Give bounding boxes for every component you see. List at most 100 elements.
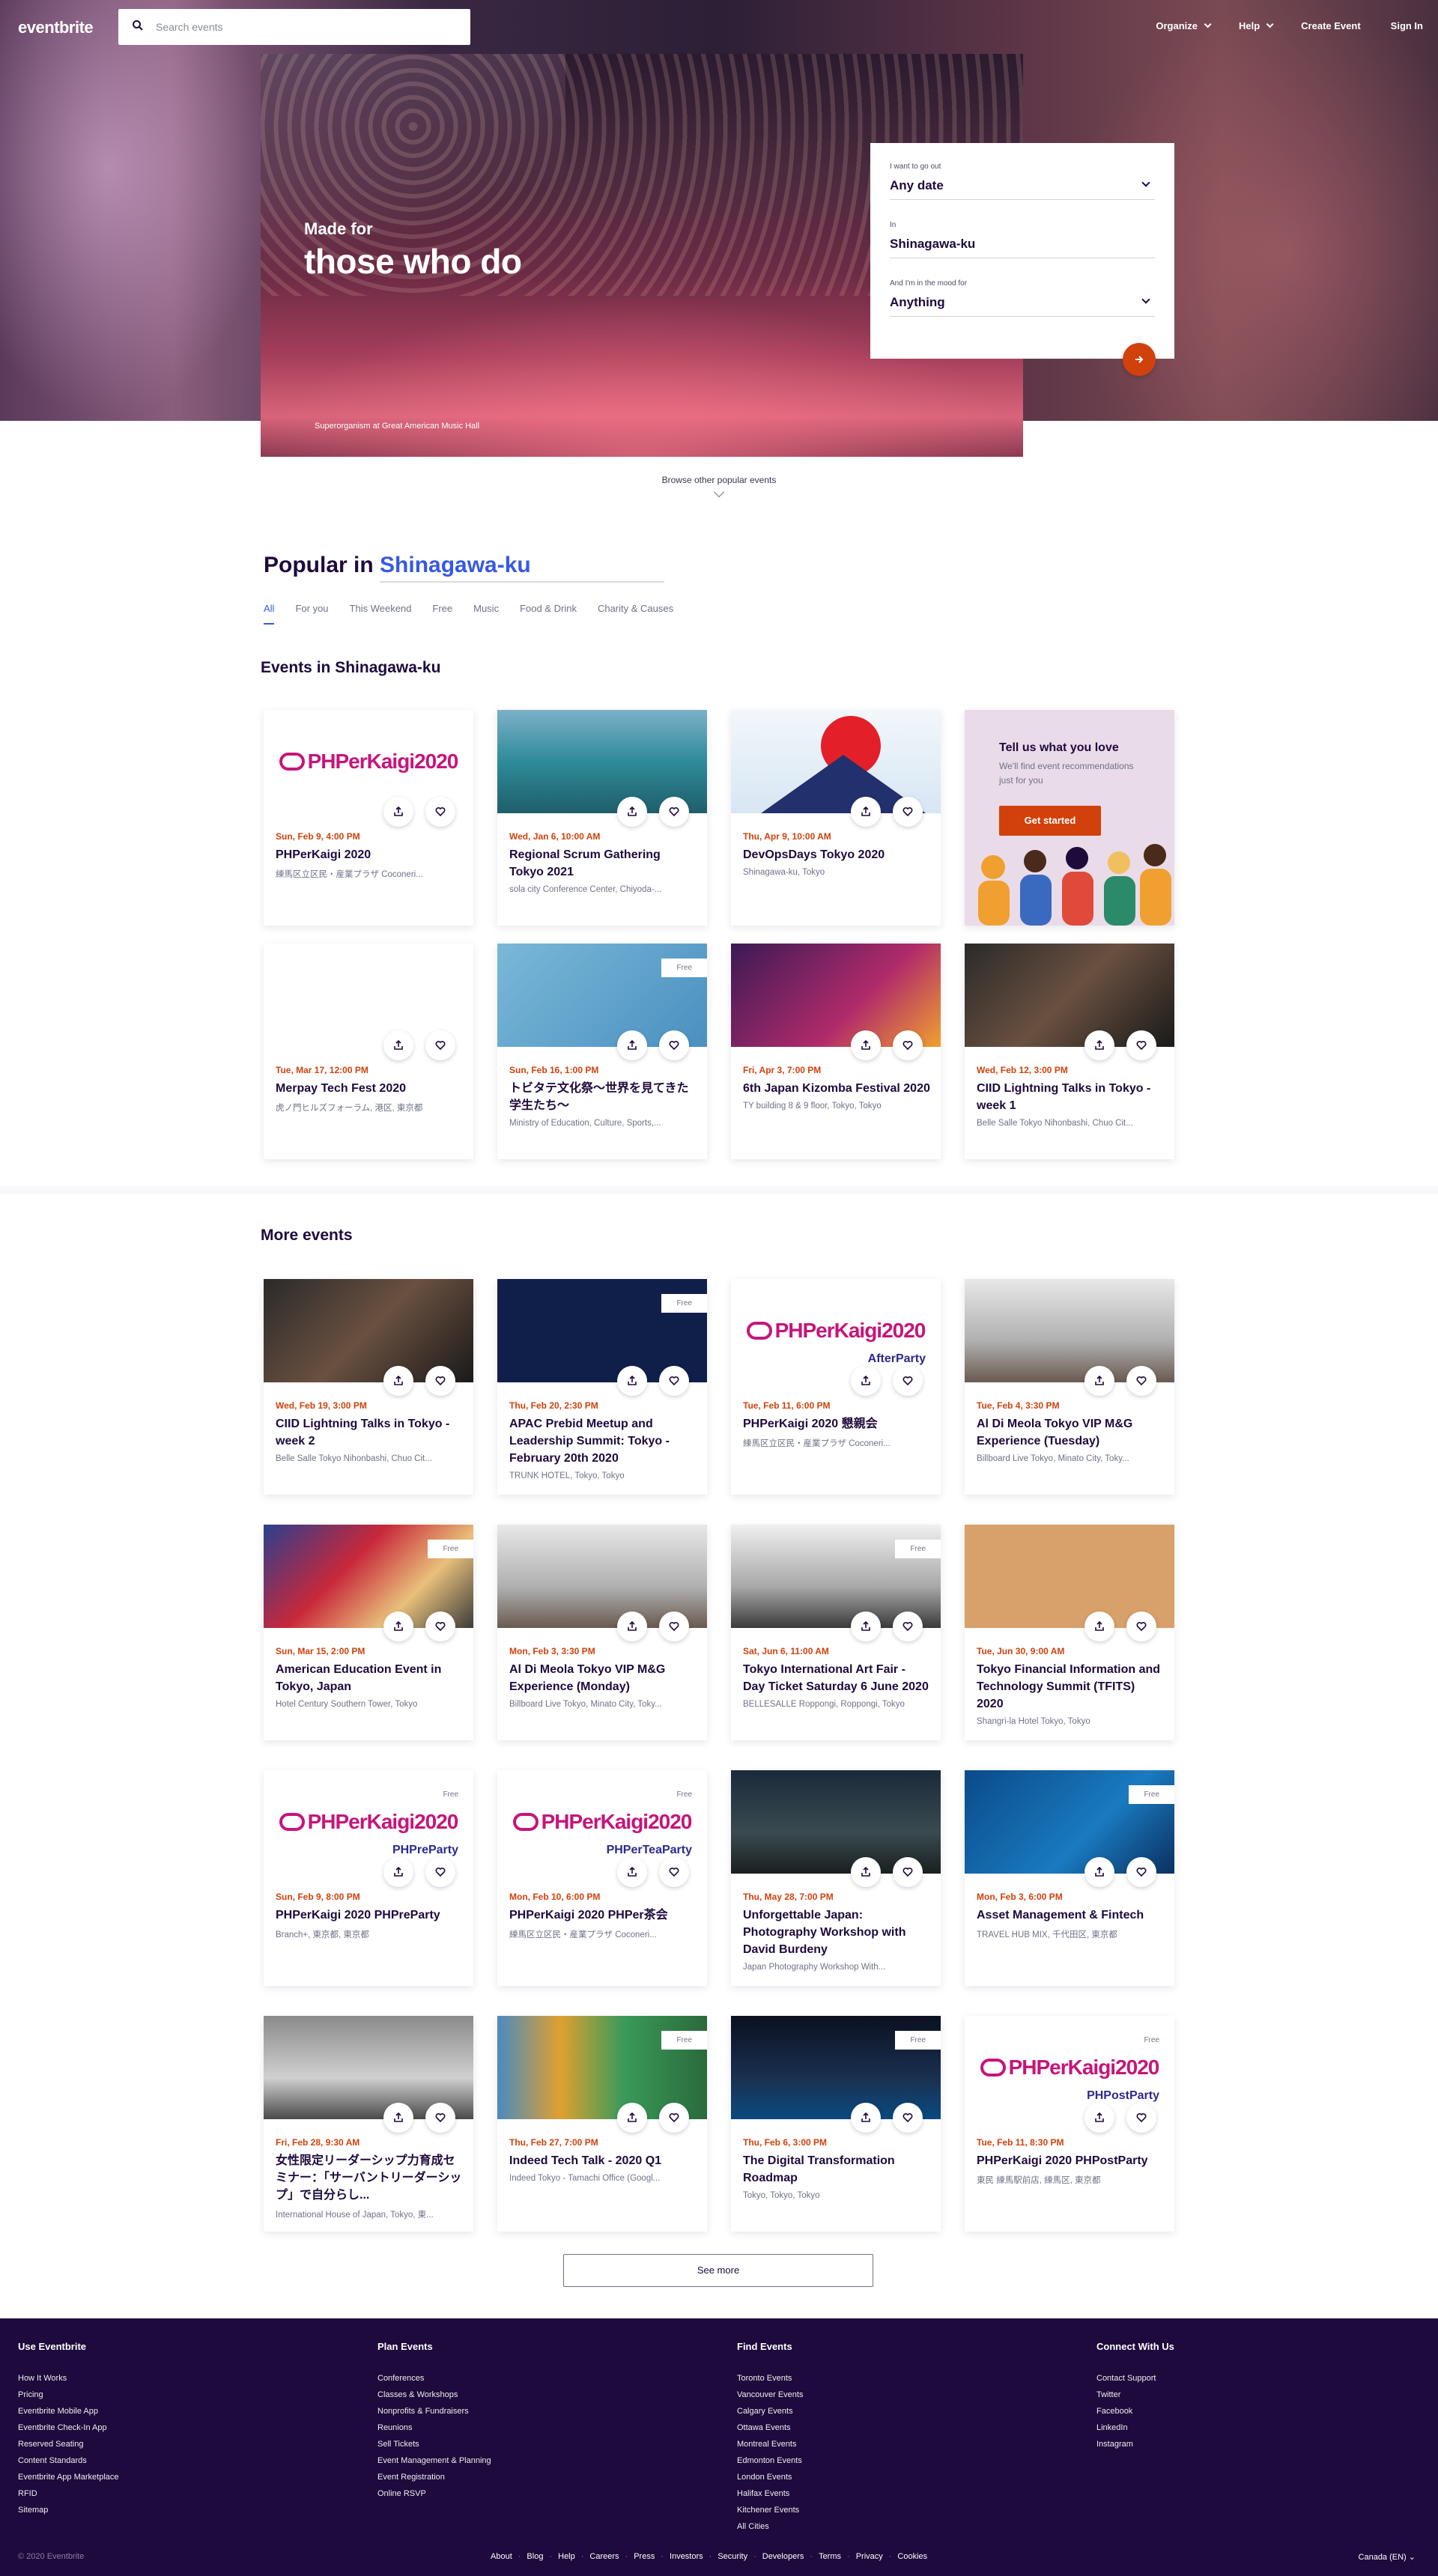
event-card[interactable]: Free Sun, Mar 15, 2:00 PM American Educati… — [264, 1525, 473, 1740]
footer-link[interactable]: Event Management & Planning — [377, 2452, 491, 2469]
like-button[interactable] — [659, 1030, 689, 1060]
like-button[interactable] — [425, 2103, 455, 2133]
event-card[interactable]: Thu, May 28, 7:00 PM Unforgettable Japan:… — [731, 1770, 941, 1986]
event-title[interactable]: トビタテ文化祭〜世界を見てきた学生たち〜 — [509, 1080, 697, 1114]
event-card[interactable]: PHPerKaigi2020 PHPreParty Free Sun, Feb 9, … — [264, 1770, 473, 1986]
event-title[interactable]: Tokyo International Art Fair - Day Ticke… — [743, 1661, 930, 1695]
footer-bottom-link[interactable]: Blog — [527, 2552, 543, 2561]
event-title[interactable]: Asset Management & Fintech — [977, 1907, 1164, 1924]
share-button[interactable] — [1084, 2103, 1114, 2133]
footer-bottom-link[interactable]: Cookies — [897, 2552, 927, 2561]
event-card[interactable]: Thu, Apr 9, 10:00 AM DevOpsDays Tokyo 202… — [731, 710, 941, 926]
footer-bottom-link[interactable]: Help — [558, 2552, 575, 2561]
like-button[interactable] — [659, 1366, 689, 1396]
footer-bottom-link[interactable]: Developers — [762, 2552, 804, 2561]
popular-location[interactable]: Shinagawa-ku — [380, 553, 665, 583]
footer-link[interactable]: Nonprofits & Fundraisers — [377, 2403, 491, 2419]
like-button[interactable] — [425, 1030, 455, 1060]
nav-sign-in[interactable]: Sign In — [1391, 20, 1423, 31]
event-title[interactable]: Regional Scrum Gathering Tokyo 2021 — [509, 846, 697, 881]
footer-link[interactable]: Facebook — [1096, 2403, 1174, 2419]
like-button[interactable] — [1126, 1366, 1156, 1396]
footer-link[interactable]: Online RSVP — [377, 2485, 491, 2502]
like-button[interactable] — [893, 1030, 923, 1060]
like-button[interactable] — [425, 797, 455, 827]
like-button[interactable] — [893, 1611, 923, 1641]
event-title[interactable]: DevOpsDays Tokyo 2020 — [743, 846, 930, 863]
nav-create-event[interactable]: Create Event — [1301, 20, 1360, 31]
tab-all[interactable]: All — [264, 603, 275, 625]
like-button[interactable] — [1126, 1611, 1156, 1641]
footer-bottom-link[interactable]: Terms — [819, 2552, 841, 2561]
footer-link[interactable]: RFID — [18, 2485, 119, 2502]
event-card[interactable]: Fri, Feb 28, 9:30 AM 女性限定リーダーシップ力育成セミナー：「… — [264, 2016, 473, 2232]
footer-bottom-link[interactable]: Security — [718, 2552, 747, 2561]
event-card[interactable]: Free Thu, Feb 20, 2:30 PM APAC Prebid Meet… — [497, 1279, 707, 1495]
footer-link[interactable]: Calgary Events — [737, 2403, 803, 2419]
footer-link[interactable]: Classes & Workshops — [377, 2387, 491, 2403]
like-button[interactable] — [1126, 1857, 1156, 1887]
footer-link[interactable]: Vancouver Events — [737, 2387, 803, 2403]
share-button[interactable] — [383, 1030, 413, 1060]
footer-link[interactable]: Kitchener Events — [737, 2502, 803, 2518]
tab-free[interactable]: Free — [432, 603, 452, 625]
get-started-button[interactable]: Get started — [999, 806, 1101, 836]
share-button[interactable] — [383, 2103, 413, 2133]
like-button[interactable] — [659, 797, 689, 827]
footer-link[interactable]: London Events — [737, 2469, 803, 2485]
footer-bottom-link[interactable]: Press — [634, 2552, 655, 2561]
event-card[interactable]: Wed, Feb 12, 3:00 PM CIID Lightning Talks… — [965, 944, 1174, 1159]
like-button[interactable] — [893, 1366, 923, 1396]
event-title[interactable]: APAC Prebid Meetup and Leadership Summit… — [509, 1415, 697, 1467]
footer-link[interactable]: Instagram — [1096, 2436, 1174, 2452]
event-title[interactable]: The Digital Transformation Roadmap — [743, 2152, 930, 2187]
footer-link[interactable]: Ottawa Events — [737, 2419, 803, 2436]
footer-link[interactable]: Montreal Events — [737, 2436, 803, 2452]
footer-link[interactable]: Content Standards — [18, 2452, 119, 2469]
event-title[interactable]: Al Di Meola Tokyo VIP M&G Experience (Tu… — [977, 1415, 1164, 1450]
share-button[interactable] — [851, 1366, 881, 1396]
event-title[interactable]: PHPerKaigi 2020 PHPreParty — [276, 1907, 463, 1924]
like-button[interactable] — [425, 1611, 455, 1641]
footer-link[interactable]: How It Works — [18, 2370, 119, 2387]
event-card[interactable]: Wed, Feb 19, 3:00 PM CIID Lightning Talks… — [264, 1279, 473, 1495]
event-card[interactable]: Free Sat, Jun 6, 11:00 AM Tokyo Internatio… — [731, 1525, 941, 1740]
footer-link[interactable]: Contact Support — [1096, 2370, 1174, 2387]
footer-link[interactable]: All Cities — [737, 2518, 803, 2535]
footer-link[interactable]: Eventbrite Mobile App — [18, 2403, 119, 2419]
event-card[interactable]: Free Sun, Feb 16, 1:00 PM トビタテ文化祭〜世界を見てきた学… — [497, 944, 707, 1159]
share-button[interactable] — [617, 797, 647, 827]
event-title[interactable]: Unforgettable Japan: Photography Worksho… — [743, 1907, 930, 1958]
tab-music[interactable]: Music — [473, 603, 499, 625]
like-button[interactable] — [425, 1366, 455, 1396]
tab-for-you[interactable]: For you — [295, 603, 328, 625]
event-title[interactable]: PHPerKaigi 2020 PHPostParty — [977, 2152, 1164, 2169]
event-card[interactable]: PHPerKaigi2020 PHPostParty Free Tue, Feb 11… — [965, 2016, 1174, 2232]
footer-link[interactable]: Twitter — [1096, 2387, 1174, 2403]
event-title[interactable]: Tokyo Financial Information and Technolo… — [977, 1661, 1164, 1713]
language-select[interactable]: Canada (EN) ⌄ — [1359, 2552, 1416, 2562]
share-button[interactable] — [1084, 1857, 1114, 1887]
search-go-button[interactable] — [1123, 343, 1156, 376]
event-card[interactable]: Free Mon, Feb 3, 6:00 PM Asset Management … — [965, 1770, 1174, 1986]
footer-link[interactable]: Event Registration — [377, 2469, 491, 2485]
tab-food-drink[interactable]: Food & Drink — [520, 603, 577, 625]
share-button[interactable] — [617, 2103, 647, 2133]
footer-link[interactable]: Conferences — [377, 2370, 491, 2387]
footer-link[interactable]: Toronto Events — [737, 2370, 803, 2387]
like-button[interactable] — [659, 2103, 689, 2133]
event-card[interactable]: PHPerKaigi2020 AfterParty Tue, Feb 11, 6:0… — [731, 1279, 941, 1495]
event-card[interactable]: Tue, Feb 4, 3:30 PM Al Di Meola Tokyo VIP… — [965, 1279, 1174, 1495]
footer-bottom-link[interactable]: Investors — [670, 2552, 703, 2561]
event-title[interactable]: CIID Lightning Talks in Tokyo - week 2 — [276, 1415, 463, 1450]
share-button[interactable] — [617, 1611, 647, 1641]
event-card[interactable]: Tue, Mar 17, 12:00 PM Merpay Tech Fest 20… — [264, 944, 473, 1159]
event-card[interactable]: PHPerKaigi2020 Sun, Feb 9, 4:00 PM PHPerKa… — [264, 710, 473, 926]
like-button[interactable] — [659, 1611, 689, 1641]
like-button[interactable] — [425, 1857, 455, 1887]
search-input[interactable] — [156, 9, 455, 45]
like-button[interactable] — [893, 1857, 923, 1887]
like-button[interactable] — [659, 1857, 689, 1887]
share-button[interactable] — [1084, 1611, 1114, 1641]
tab-this-weekend[interactable]: This Weekend — [350, 603, 412, 625]
